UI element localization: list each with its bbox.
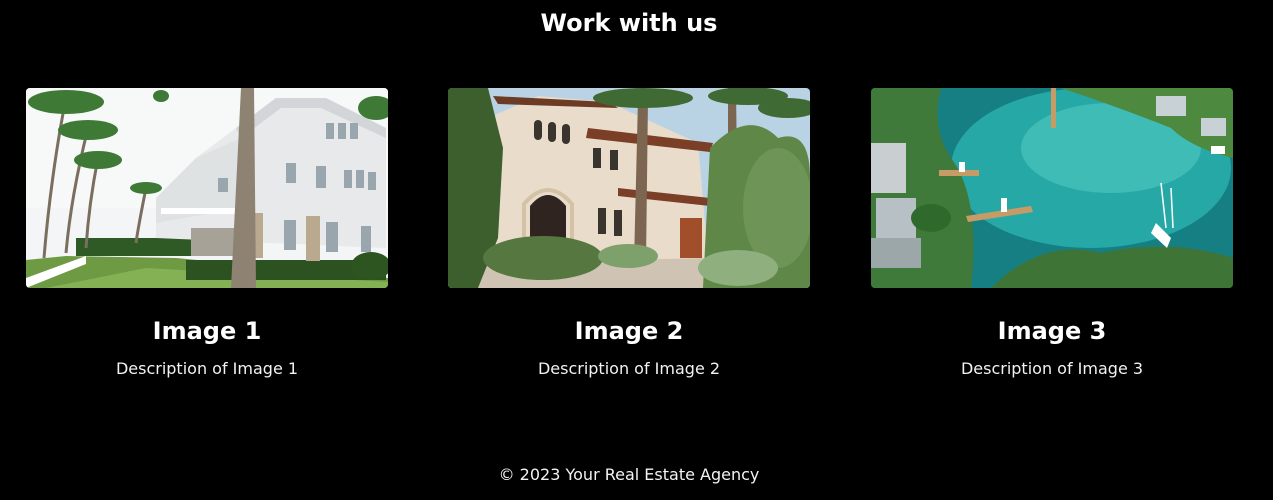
page: Work with us Image 1 Description of Imag… [0,0,1273,500]
card-image-3[interactable] [871,88,1233,288]
gallery-card-1: Image 1 Description of Image 1 [26,88,388,379]
gallery-card-2: Image 2 Description of Image 2 [448,88,810,379]
card-title-2: Image 2 [574,317,684,345]
card-title-1: Image 1 [152,317,262,345]
gallery-card-3: Image 3 Description of Image 3 [871,88,1233,379]
section-title: Work with us [540,9,718,37]
card-title-3: Image 3 [997,317,1107,345]
card-image-1[interactable] [26,88,388,288]
aerial-marina-photo [871,88,1233,288]
white-house-photo [26,88,388,288]
footer-copyright: © 2023 Your Real Estate Agency [498,465,760,484]
card-description-1: Description of Image 1 [115,359,299,378]
card-description-3: Description of Image 3 [960,359,1144,378]
villa-photo [448,88,810,288]
card-image-2[interactable] [448,88,810,288]
card-description-2: Description of Image 2 [537,359,721,378]
